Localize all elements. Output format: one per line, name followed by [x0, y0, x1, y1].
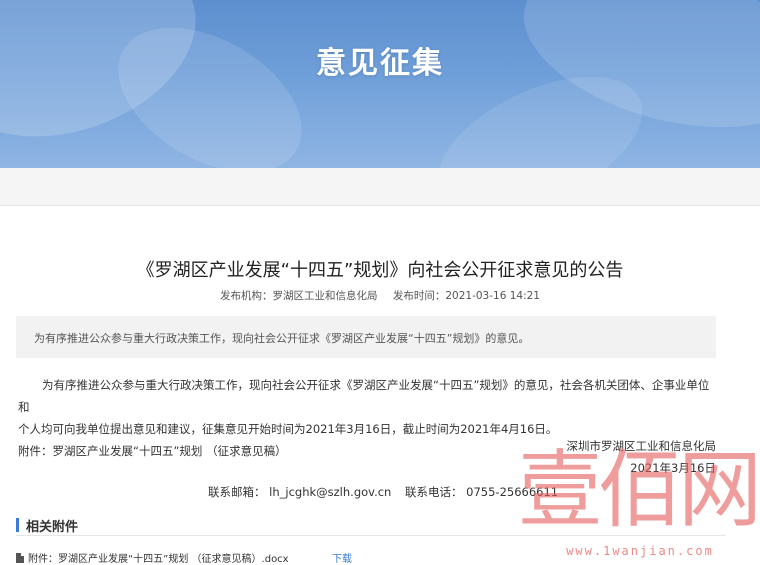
notice-meta: 发布机构：罗湖区工业和信息化局 发布时间：2021-03-16 14:21 — [0, 288, 760, 303]
banner-title: 意见征集 — [316, 46, 444, 81]
signature-organization: 深圳市罗湖区工业和信息化局 — [566, 439, 717, 453]
body-paragraph: 为有序推进公众参与重大行政决策工作，现向社会公开征求《罗湖区产业发展“十四五”规… — [18, 378, 710, 414]
publisher: 发布机构：罗湖区工业和信息化局 — [220, 290, 378, 302]
section-accent-bar — [16, 518, 19, 532]
contact-phone: 联系电话： 0755-25666611 — [405, 485, 559, 499]
publish-time: 发布时间：2021-03-16 14:21 — [392, 290, 540, 302]
watermark-url: www.1wanjian.com — [566, 544, 714, 558]
signature-date: 2021年3月16日 — [630, 461, 716, 475]
page-title: 《罗湖区产业发展“十四五”规划》向社会公开征求意见的公告 — [136, 260, 624, 281]
attachments-heading: 相关附件 — [26, 520, 79, 535]
notice-summary: 为有序推进公众参与重大行政决策工作，现向社会公开征求《罗湖区产业发展“十四五”规… — [16, 316, 716, 358]
body-paragraph: 个人均可向我单位提出意见和建议，征集意见开始时间为2021年3月16日，截止时间… — [18, 422, 558, 436]
file-icon — [16, 553, 24, 563]
attachment-item[interactable]: 附件：罗湖区产业发展“十四五”规划 （征求意见稿）.docx — [16, 550, 289, 565]
breadcrumb-band — [0, 168, 760, 206]
contact-email: 联系邮箱： lh_jcghk@szlh.gov.cn — [208, 485, 392, 499]
attachment-name[interactable]: 附件：罗湖区产业发展“十四五”规划 （征求意见稿）.docx — [28, 554, 289, 565]
contact-info: 联系邮箱： lh_jcghk@szlh.gov.cn 联系电话： 0755-25… — [208, 484, 568, 500]
download-link[interactable]: 下载 — [332, 550, 352, 565]
attachments-section-header: 相关附件 — [16, 514, 726, 536]
banner: 意见征集 — [0, 0, 760, 168]
